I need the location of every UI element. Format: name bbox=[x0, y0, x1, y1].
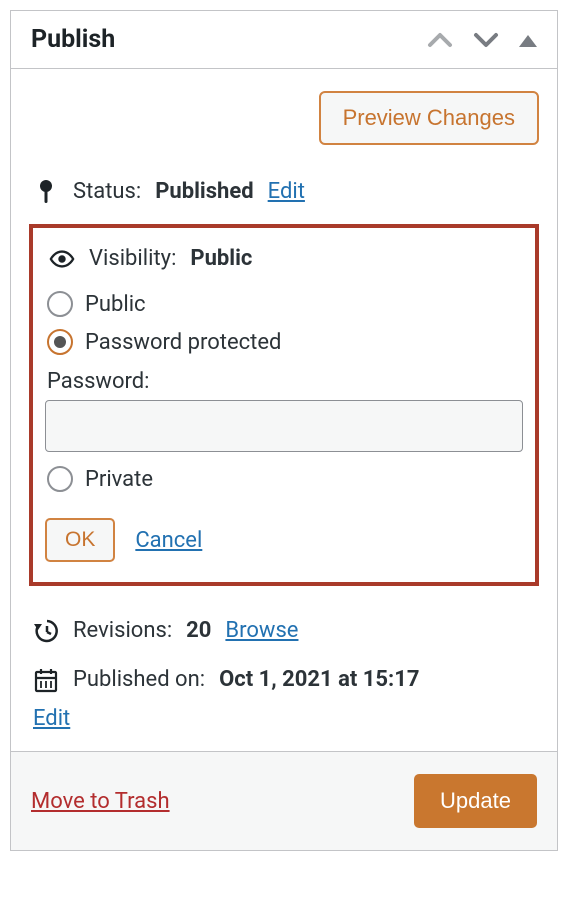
visibility-label: Visibility: bbox=[89, 242, 176, 275]
revisions-icon bbox=[33, 618, 59, 644]
published-label: Published on: bbox=[73, 663, 205, 696]
move-to-trash-link[interactable]: Move to Trash bbox=[31, 789, 170, 814]
preview-changes-button[interactable]: Preview Changes bbox=[319, 91, 539, 145]
panel-body: Preview Changes Status: Published Edit V… bbox=[11, 69, 557, 751]
status-value: Published bbox=[155, 175, 253, 208]
password-input[interactable] bbox=[45, 400, 523, 452]
publish-panel: Publish Preview Changes Status: Publishe… bbox=[10, 10, 558, 851]
update-button[interactable]: Update bbox=[414, 774, 537, 828]
published-edit-row: Edit bbox=[29, 706, 539, 743]
panel-title: Publish bbox=[31, 25, 115, 54]
published-edit-link[interactable]: Edit bbox=[33, 706, 70, 731]
visibility-value: Public bbox=[190, 242, 252, 275]
panel-header: Publish bbox=[11, 11, 557, 69]
visibility-box: Visibility: Public Public Password prote… bbox=[29, 224, 539, 586]
calendar-icon bbox=[33, 667, 59, 693]
panel-footer: Move to Trash Update bbox=[11, 751, 557, 850]
cancel-link[interactable]: Cancel bbox=[135, 528, 202, 553]
panel-controls bbox=[427, 31, 537, 49]
radio-public-label: Public bbox=[85, 292, 146, 317]
revisions-count: 20 bbox=[186, 614, 211, 647]
chevron-down-icon[interactable] bbox=[473, 31, 499, 49]
password-field-label: Password: bbox=[45, 361, 523, 400]
visibility-option-public[interactable]: Public bbox=[45, 285, 523, 323]
top-actions: Preview Changes bbox=[29, 91, 539, 145]
revisions-label: Revisions: bbox=[73, 614, 172, 647]
chevron-up-icon[interactable] bbox=[427, 31, 453, 49]
panel-toggle-icon[interactable] bbox=[519, 32, 537, 48]
radio-private[interactable] bbox=[47, 466, 73, 492]
radio-password[interactable] bbox=[47, 329, 73, 355]
status-label: Status: bbox=[73, 175, 141, 208]
radio-password-label: Password protected bbox=[85, 330, 281, 355]
eye-icon bbox=[49, 246, 75, 272]
revisions-row: Revisions: 20 Browse bbox=[29, 608, 539, 657]
ok-button[interactable]: OK bbox=[45, 518, 115, 562]
status-edit-link[interactable]: Edit bbox=[268, 175, 305, 208]
radio-private-label: Private bbox=[85, 467, 153, 492]
published-row: Published on: Oct 1, 2021 at 15:17 bbox=[29, 657, 539, 706]
visibility-actions: OK Cancel bbox=[45, 518, 523, 562]
published-value: Oct 1, 2021 at 15:17 bbox=[219, 663, 419, 696]
visibility-option-password[interactable]: Password protected bbox=[45, 323, 523, 361]
status-row: Status: Published Edit bbox=[29, 169, 539, 218]
visibility-row: Visibility: Public bbox=[45, 242, 523, 285]
visibility-option-private[interactable]: Private bbox=[45, 460, 523, 498]
radio-public[interactable] bbox=[47, 291, 73, 317]
revisions-browse-link[interactable]: Browse bbox=[225, 614, 298, 647]
pin-icon bbox=[33, 179, 59, 205]
